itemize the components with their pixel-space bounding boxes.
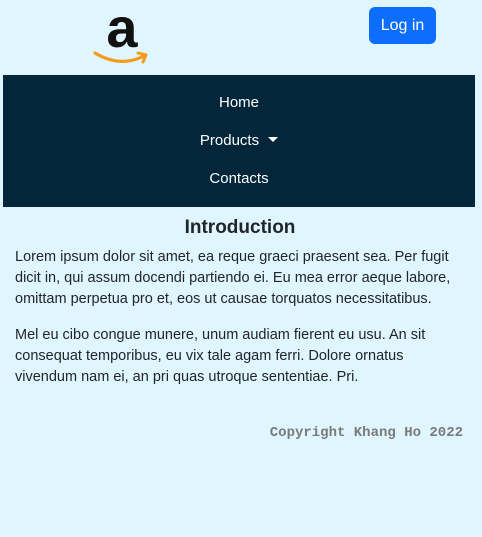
main-content: Introduction Lorem ipsum dolor sit amet,…: [15, 214, 465, 403]
nav-contacts-label: Contacts: [209, 170, 269, 187]
intro-paragraph-1: Lorem ipsum dolor sit amet, ea reque gra…: [15, 249, 451, 307]
nav-item-products-dropdown[interactable]: Products: [3, 122, 475, 160]
nav-item-contacts[interactable]: Contacts: [3, 160, 475, 198]
caret-down-icon: [268, 137, 279, 142]
page: a Log in Home Products Contacts Introduc…: [0, 0, 482, 537]
page-title: Introduction: [184, 217, 296, 238]
navbar: Home Products Contacts: [3, 75, 475, 207]
nav-products-label: Products: [199, 132, 260, 149]
header: a Log in: [0, 0, 482, 75]
nav-home-label: Home: [218, 94, 259, 111]
intro-paragraph-2: Mel eu cibo congue munere, unum audiam f…: [15, 327, 426, 385]
logo-smile-icon: [93, 51, 148, 64]
amazon-logo-icon[interactable]: a: [92, 0, 152, 68]
footer-copyright: Copyright Khang Ho 2022: [269, 425, 463, 441]
login-button[interactable]: Log in: [369, 7, 436, 44]
nav-item-home[interactable]: Home: [3, 84, 475, 122]
